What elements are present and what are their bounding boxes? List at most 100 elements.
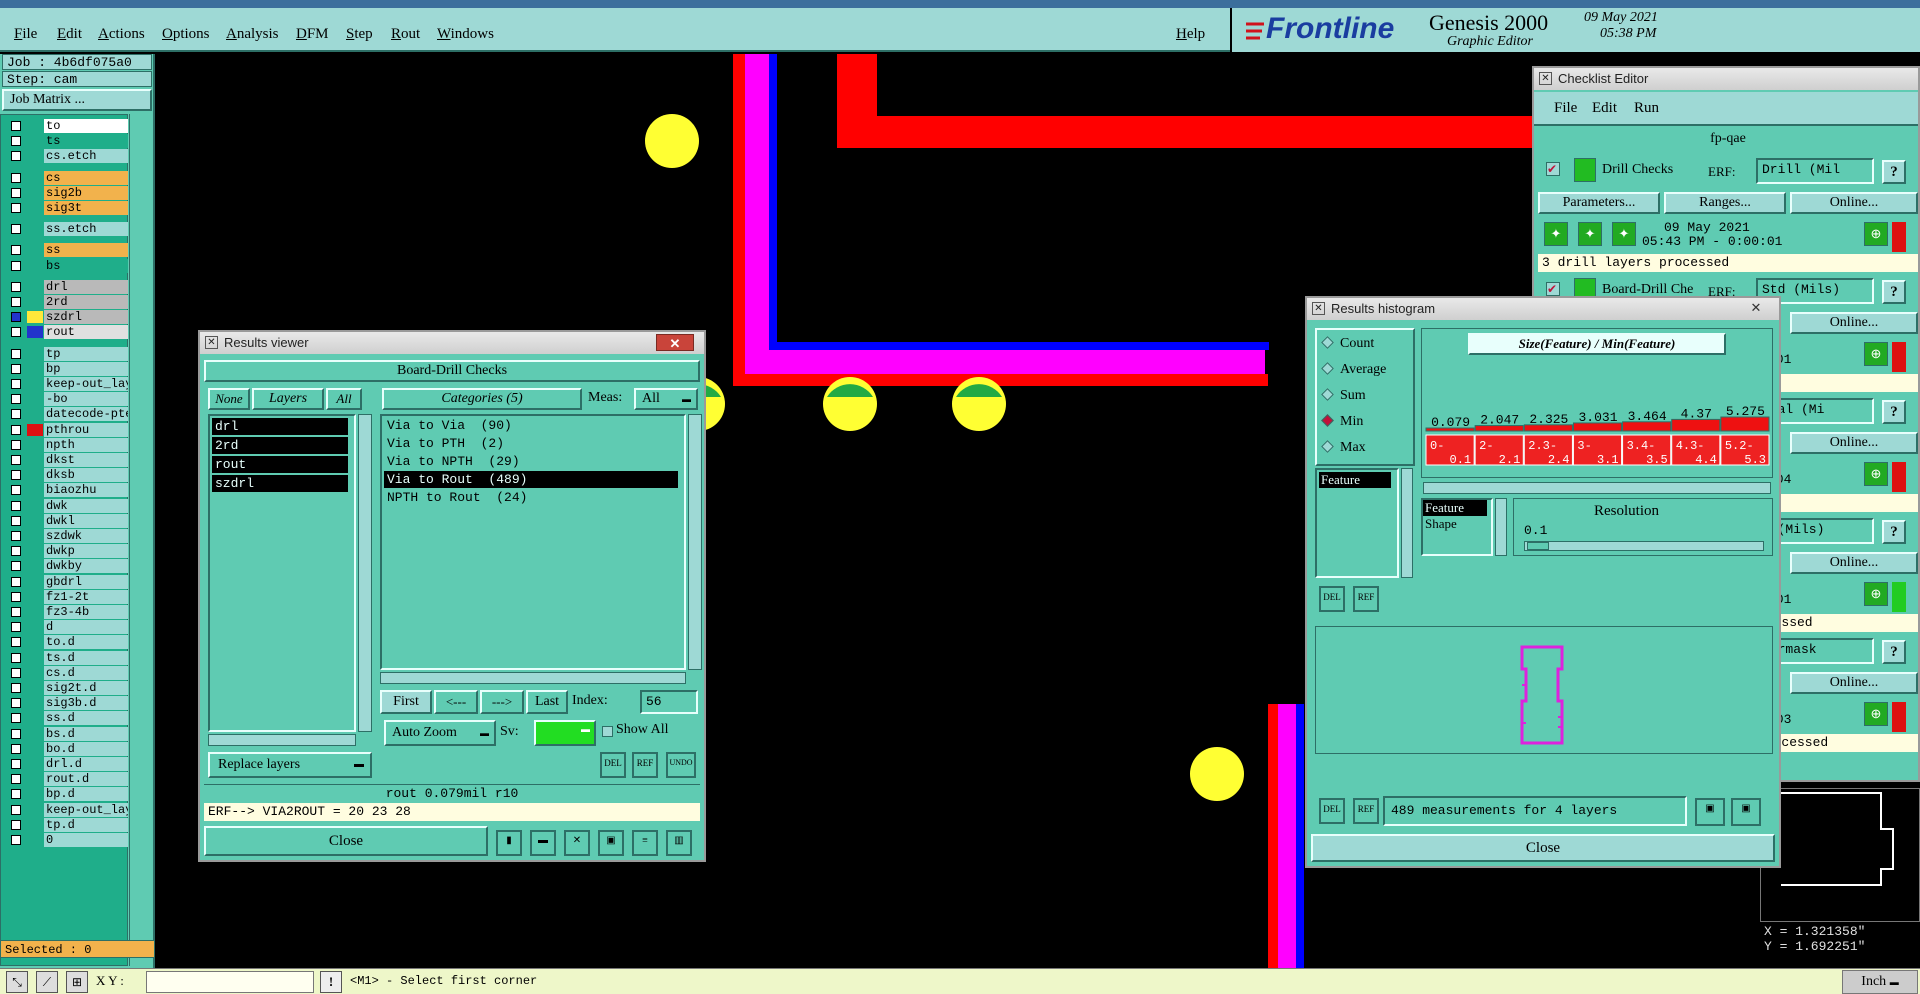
layer-row[interactable]: ss.etch <box>5 222 128 237</box>
layer-affected-checkbox[interactable] <box>11 136 21 147</box>
layer-row[interactable]: sig2t.d <box>5 681 128 695</box>
layer-affected-checkbox[interactable] <box>11 203 21 213</box>
layer-affected-checkbox[interactable] <box>11 348 21 359</box>
layer-row[interactable]: ts <box>5 134 128 149</box>
layer-affected-checkbox[interactable] <box>11 424 21 435</box>
layer-row[interactable]: sig3t <box>5 201 128 215</box>
resolution-slider-thumb[interactable] <box>1527 542 1549 550</box>
menu-edit[interactable]: Edit <box>57 26 82 43</box>
layer-display-swatch[interactable] <box>27 682 43 694</box>
menu-windows[interactable]: Windows <box>437 26 494 43</box>
layer-row[interactable]: bs.d <box>5 726 128 741</box>
layer-affected-checkbox[interactable] <box>11 172 21 183</box>
layer-affected-checkbox[interactable] <box>11 728 21 739</box>
menu-analysis[interactable]: Analysis <box>226 26 279 43</box>
layer-display-swatch[interactable] <box>27 804 43 816</box>
layer-display-swatch[interactable] <box>27 423 43 436</box>
category-item[interactable]: NPTH to Rout (24) <box>384 489 678 506</box>
run-icon[interactable]: ✦ <box>1544 222 1568 246</box>
layer-row[interactable]: dkst <box>5 453 128 467</box>
select-tool-icon[interactable]: ⤡ <box>6 971 28 993</box>
layer-affected-checkbox[interactable] <box>11 546 21 557</box>
layer-display-swatch[interactable] <box>27 378 43 390</box>
layer-list-hscroll[interactable] <box>208 734 356 746</box>
highlight-icon[interactable]: ▬ <box>530 830 556 856</box>
layer-affected-checkbox[interactable] <box>11 531 21 541</box>
histogram-icon[interactable]: ▥ <box>666 830 692 856</box>
layer-display-swatch[interactable] <box>27 591 43 603</box>
layer-row[interactable]: dksb <box>5 468 128 483</box>
layer-affected-checkbox[interactable] <box>11 245 21 256</box>
layer-affected-checkbox[interactable] <box>11 297 21 307</box>
layer-row[interactable]: ss.d <box>5 711 128 726</box>
del-button[interactable]: DEL <box>1319 798 1345 824</box>
layer-affected-checkbox[interactable] <box>11 439 21 450</box>
layer-display-swatch[interactable] <box>27 545 43 557</box>
index-field[interactable]: 56 <box>640 690 698 714</box>
snapshot-icon[interactable]: ▣ <box>598 830 624 856</box>
layer-row[interactable]: bo.d <box>5 741 128 756</box>
ranges-button[interactable]: Ranges... <box>1664 192 1786 214</box>
replace-layers-dropdown[interactable]: Replace layers ▬ <box>208 752 372 778</box>
parameters-button[interactable]: Parameters... <box>1538 192 1660 214</box>
layer-display-swatch[interactable] <box>27 819 43 831</box>
layer-affected-checkbox[interactable] <box>11 260 21 271</box>
none-button[interactable]: None <box>208 388 250 410</box>
layer-row[interactable]: 0 <box>5 833 128 847</box>
feature-shape-item[interactable]: Feature <box>1423 500 1487 516</box>
layer-display-swatch[interactable] <box>27 606 43 618</box>
layer-display-swatch[interactable] <box>27 834 43 846</box>
sv-color-dropdown[interactable]: ▬ <box>534 720 596 746</box>
layer-result-item[interactable]: drl <box>212 418 348 435</box>
layer-row[interactable]: tp.d <box>5 817 128 832</box>
layer-display-swatch[interactable] <box>27 187 43 199</box>
layer-affected-checkbox[interactable] <box>11 804 21 815</box>
layer-affected-checkbox[interactable] <box>11 121 21 131</box>
ref-button[interactable]: REF <box>1353 586 1379 612</box>
layer-display-swatch[interactable] <box>27 348 43 360</box>
zoom-icon[interactable]: ⊕ <box>1864 702 1888 726</box>
layer-affected-checkbox[interactable] <box>11 637 21 648</box>
minimap[interactable] <box>1760 788 1920 922</box>
meas-dropdown[interactable]: All ▬ <box>634 388 698 410</box>
layer-affected-checkbox[interactable] <box>11 455 21 465</box>
checklist-menu-edit[interactable]: Edit <box>1592 100 1617 117</box>
category-item[interactable]: Via to Via (90) <box>384 417 678 434</box>
drill-checks-checkbox[interactable]: ✔ <box>1546 162 1560 176</box>
layer-row[interactable]: -bo <box>5 392 128 407</box>
statistic-option[interactable]: Sum <box>1321 388 1366 408</box>
layer-result-item[interactable]: 2rd <box>212 437 348 454</box>
layer-row[interactable]: bp <box>5 361 128 376</box>
layer-affected-checkbox[interactable] <box>11 409 21 420</box>
feature-list-vscroll[interactable] <box>1401 468 1413 578</box>
board-drill-checkbox[interactable]: ✔ <box>1546 282 1560 296</box>
radio-diamond-icon[interactable] <box>1321 336 1334 349</box>
histogram-hscroll[interactable] <box>1423 482 1771 494</box>
feature-shape-item[interactable]: Shape <box>1423 516 1491 532</box>
checklist-menu-file[interactable]: File <box>1554 100 1577 117</box>
close-button[interactable]: Close <box>1311 834 1775 862</box>
layer-affected-checkbox[interactable] <box>11 281 21 292</box>
units-dropdown[interactable]: Inch ▬ <box>1842 970 1918 994</box>
layer-row[interactable]: datecode-pte <box>5 407 128 422</box>
layer-display-swatch[interactable] <box>27 120 43 132</box>
layer-row[interactable]: pthrou <box>5 422 128 437</box>
layer-affected-checkbox[interactable] <box>11 151 21 162</box>
layer-row[interactable]: fz1-2t <box>5 589 128 604</box>
layer-display-swatch[interactable] <box>27 712 43 724</box>
layer-display-swatch[interactable] <box>27 223 43 235</box>
online-button[interactable]: Online... <box>1790 672 1918 694</box>
del-button[interactable]: DEL <box>1319 586 1345 612</box>
layer-row[interactable]: szdrl <box>5 310 128 325</box>
layer-row[interactable]: dwk <box>5 498 128 513</box>
run-icon[interactable]: ✦ <box>1612 222 1636 246</box>
erf-field[interactable]: Drill (Mil <box>1756 158 1874 184</box>
layer-row[interactable]: keep-out_lay <box>5 802 128 817</box>
layer-display-swatch[interactable] <box>27 260 43 272</box>
layer-affected-checkbox[interactable] <box>11 591 21 602</box>
layer-row[interactable]: ts.d <box>5 650 128 665</box>
ref-button[interactable]: REF <box>1353 798 1379 824</box>
copy-icon[interactable]: ▣ <box>1731 798 1761 826</box>
layer-list-vscroll[interactable] <box>358 414 372 732</box>
layer-affected-checkbox[interactable] <box>11 683 21 693</box>
